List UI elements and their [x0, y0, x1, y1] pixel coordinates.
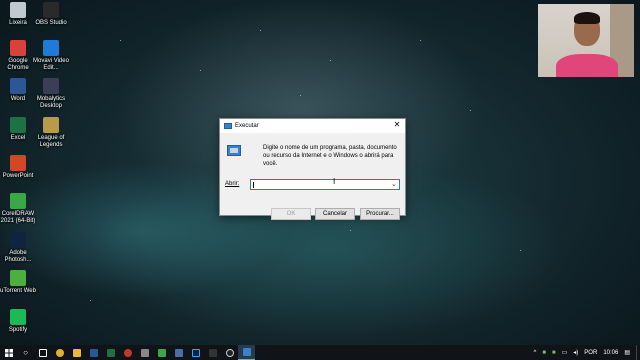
taskbar-app-gray-icon[interactable]	[136, 345, 153, 360]
show-desktop-button[interactable]	[636, 345, 640, 360]
photoshop-icon	[10, 232, 26, 248]
desktop-icon-label: Movavi Video Edit...	[33, 58, 69, 71]
chrome-icon	[10, 40, 26, 56]
desktop-icon-photoshop[interactable]: Adobe Photosh...	[0, 232, 36, 264]
tray-chevron-up-icon[interactable]: ^	[534, 350, 537, 356]
run-icon	[227, 145, 241, 156]
desktop-icon-label: PowerPoint	[2, 173, 34, 179]
notification-icon[interactable]: ▤	[624, 349, 630, 356]
ok-button[interactable]: OK	[271, 208, 311, 220]
tray-app-icon[interactable]: ■	[542, 350, 546, 356]
taskbar-run-icon[interactable]	[238, 345, 255, 360]
run-app-icon	[224, 123, 232, 129]
word-icon	[10, 78, 26, 94]
run-titlebar[interactable]: Executar ✕	[220, 119, 405, 133]
movavi-icon	[43, 40, 59, 56]
desktop-icon-label: Adobe Photosh...	[4, 250, 32, 263]
desktop-icon-recycle-bin[interactable]: Lixeira	[0, 2, 36, 27]
webcam-person-hair	[574, 12, 600, 24]
desktop-icon-movavi[interactable]: Movavi Video Edit...	[33, 40, 69, 72]
recycle-bin-icon	[10, 2, 26, 18]
desktop-icon-coreldraw[interactable]: CorelDRAW 2021 (64-Bit)	[0, 193, 36, 225]
language-indicator[interactable]: POR	[584, 350, 597, 356]
desktop-icon-label: uTorrent Web	[0, 288, 36, 294]
taskbar-coreldraw-icon[interactable]	[153, 345, 170, 360]
system-tray: ^ ■ ■ ▭ ◂) POR 10:06 ▤	[531, 345, 640, 360]
taskbar-app-dark-icon[interactable]	[204, 345, 221, 360]
webcam-person-shirt	[556, 54, 618, 77]
start-button[interactable]	[0, 345, 17, 360]
tray-nvidia-icon[interactable]: ■	[552, 350, 556, 356]
league-icon	[43, 117, 59, 133]
tray-network-icon[interactable]: ▭	[562, 349, 568, 356]
coreldraw-icon	[10, 193, 26, 209]
search-icon[interactable]: ○	[17, 345, 34, 360]
desktop-icon-label: Mobalytics Desktop	[36, 96, 66, 109]
browse-button[interactable]: Procurar...	[360, 208, 400, 220]
desktop-icon-label: OBS Studio	[35, 20, 67, 26]
desktop-icon-label: Excel	[10, 135, 26, 141]
taskbar-app-red-icon[interactable]	[119, 345, 136, 360]
webcam-overlay	[538, 4, 634, 77]
run-title: Executar	[235, 123, 259, 129]
desktop-icon-chrome[interactable]: Google Chrome	[0, 40, 36, 72]
desktop-icon-powerpoint[interactable]: PowerPoint	[0, 155, 36, 180]
utorrent-icon	[10, 270, 26, 286]
desktop-icon-mobalytics[interactable]: Mobalytics Desktop	[33, 78, 69, 110]
obs-icon	[43, 2, 59, 18]
taskbar-photos-icon[interactable]	[170, 345, 187, 360]
desktop-icon-label: CorelDRAW 2021 (64-Bit)	[0, 211, 36, 224]
desktop-icon-obs[interactable]: OBS Studio	[33, 2, 69, 27]
cancel-button[interactable]: Cancelar	[315, 208, 355, 220]
taskbar-obs-icon[interactable]	[221, 345, 238, 360]
tray-volume-icon[interactable]: ◂)	[573, 349, 578, 356]
mobalytics-icon	[43, 78, 59, 94]
taskbar-excel-icon[interactable]	[102, 345, 119, 360]
desktop-icon-label: Word	[10, 96, 26, 102]
desktop-icon-label: Spotify	[8, 327, 28, 333]
desktop-icon-utorrent[interactable]: uTorrent Web	[0, 270, 36, 295]
open-combobox[interactable]: ⌄	[250, 179, 400, 190]
ibeam-cursor-icon: I	[333, 177, 336, 186]
desktop-icon-word[interactable]: Word	[0, 78, 36, 103]
run-description: Digite o nome de um programa, pasta, doc…	[263, 145, 397, 167]
close-icon[interactable]: ✕	[392, 120, 402, 129]
taskbar-explorer-icon[interactable]	[68, 345, 85, 360]
desktop-icon-label: League of Legends	[37, 135, 65, 148]
chevron-down-icon[interactable]: ⌄	[391, 180, 397, 188]
clock[interactable]: 10:06	[603, 350, 618, 356]
excel-icon	[10, 117, 26, 133]
text-caret	[253, 182, 254, 188]
task-view-icon[interactable]	[34, 345, 51, 360]
run-body: Digite o nome de um programa, pasta, doc…	[220, 133, 405, 220]
open-label: Abrir:	[225, 181, 240, 187]
desktop-icon-league[interactable]: League of Legends	[33, 117, 69, 149]
taskbar-chrome-icon[interactable]	[51, 345, 68, 360]
desktop-icon-label: Google Chrome	[7, 58, 29, 71]
desktop-icon-excel[interactable]: Excel	[0, 117, 36, 142]
spotify-icon	[10, 309, 26, 325]
desktop-icon-spotify[interactable]: Spotify	[0, 309, 36, 334]
run-dialog: Executar ✕ Digite o nome de um programa,…	[219, 118, 406, 220]
taskbar: ○ ^ ■ ■ ▭ ◂) POR 10:06 ▤	[0, 345, 640, 360]
powerpoint-icon	[10, 155, 26, 171]
taskbar-word-icon[interactable]	[85, 345, 102, 360]
taskbar-photoshop-icon[interactable]	[187, 345, 204, 360]
desktop-icon-label: Lixeira	[9, 20, 27, 26]
